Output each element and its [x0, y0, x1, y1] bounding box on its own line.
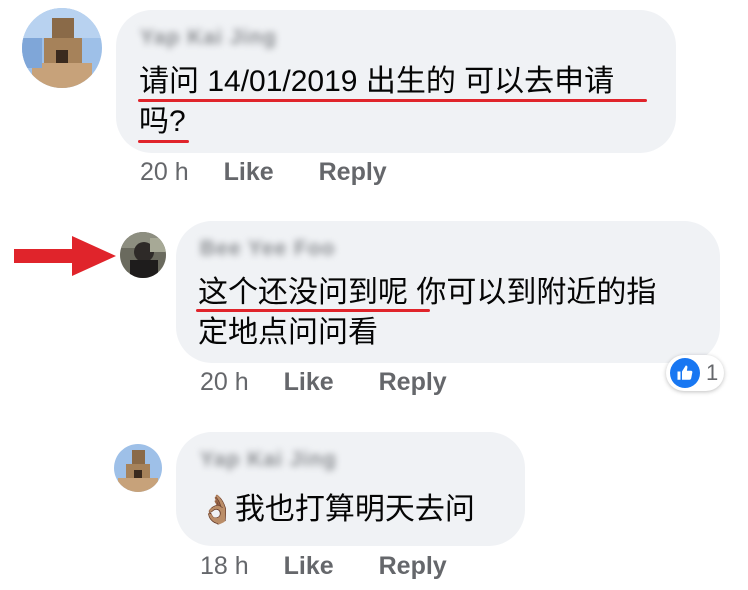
- like-button[interactable]: Like: [224, 158, 274, 186]
- comment-bubble: Yap Kai Jing 请问 14/01/2019 出生的 可以去申请 吗?: [116, 10, 676, 153]
- like-button[interactable]: Like: [284, 368, 334, 396]
- ok-hand-emoji: 👌🏽: [200, 494, 235, 525]
- avatar-yap-kai-jing[interactable]: [22, 8, 102, 88]
- reaction-badge[interactable]: 1: [666, 355, 725, 391]
- comment-text-line-2: 吗?: [139, 105, 186, 138]
- comment-bubble: Bee Yee Foo 这个还没问到呢 你可以到附近的指 定地点问问看: [176, 221, 720, 363]
- comment-actions: 20 h Like Reply: [140, 158, 387, 187]
- avatar-yap-kai-jing[interactable]: [114, 444, 162, 492]
- avatar-image: [22, 8, 102, 88]
- author-name[interactable]: Yap Kai Jing: [140, 26, 277, 50]
- comment-text: 👌🏽我也打算明天去问: [200, 492, 475, 528]
- reply-button[interactable]: Reply: [379, 368, 447, 396]
- avatar-image: [114, 444, 162, 492]
- comment-text-line-2: 定地点问问看: [198, 316, 378, 349]
- timestamp[interactable]: 18 h: [200, 552, 249, 580]
- author-name[interactable]: Bee Yee Foo: [200, 237, 336, 261]
- red-underline: [196, 309, 430, 312]
- comment-text-line-1: 请问 14/01/2019 出生的 可以去申请: [139, 65, 615, 98]
- comment-actions: 20 h Like Reply: [200, 368, 447, 397]
- like-button[interactable]: Like: [284, 552, 334, 580]
- comment-actions: 18 h Like Reply: [200, 552, 447, 581]
- reply-button[interactable]: Reply: [319, 158, 387, 186]
- timestamp[interactable]: 20 h: [140, 158, 189, 186]
- timestamp[interactable]: 20 h: [200, 368, 249, 396]
- author-name[interactable]: Yap Kai Jing: [200, 448, 337, 472]
- reply-button[interactable]: Reply: [379, 552, 447, 580]
- avatar-image: [120, 232, 166, 278]
- red-arrow-icon: [14, 236, 116, 276]
- reaction-count: 1: [706, 360, 719, 385]
- comment-text-line-1: 这个还没问到呢 你可以到附近的指: [198, 276, 657, 309]
- comment-bubble: Yap Kai Jing 👌🏽我也打算明天去问: [176, 432, 525, 546]
- red-underline: [138, 140, 189, 143]
- avatar-bee-yee-foo[interactable]: [120, 232, 166, 278]
- thumbs-up-icon: [670, 358, 700, 388]
- red-underline: [138, 99, 647, 102]
- comment-text-body: 我也打算明天去问: [234, 493, 475, 526]
